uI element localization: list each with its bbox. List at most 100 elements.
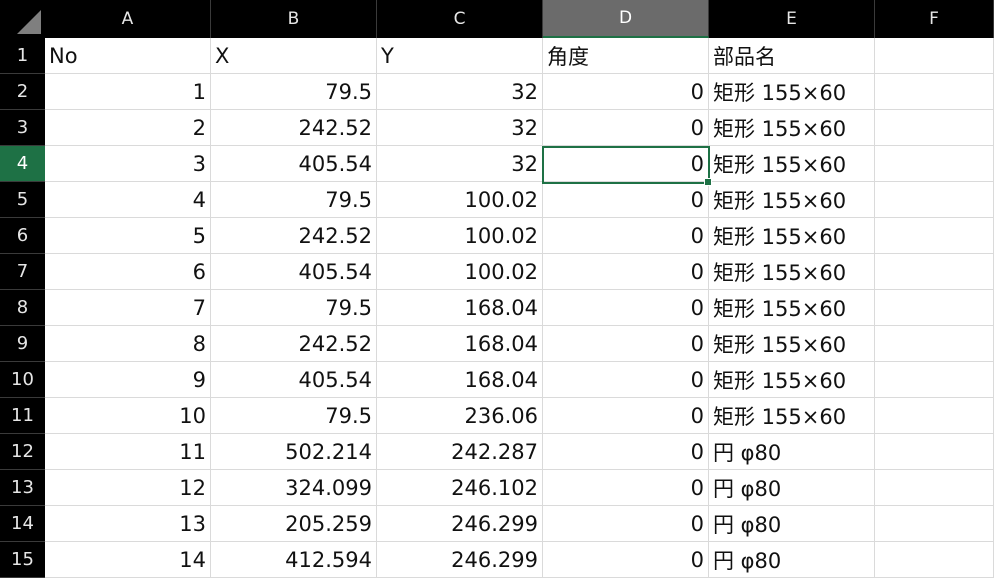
cell-a10[interactable]: 9 bbox=[45, 362, 211, 398]
cell-f15[interactable] bbox=[875, 542, 994, 578]
cell-e9[interactable]: 矩形 155×60 bbox=[709, 326, 875, 362]
cell-e4[interactable]: 矩形 155×60 bbox=[709, 146, 875, 182]
cell-e6[interactable]: 矩形 155×60 bbox=[709, 218, 875, 254]
cell-c6[interactable]: 100.02 bbox=[377, 218, 543, 254]
cell-f10[interactable] bbox=[875, 362, 994, 398]
column-header-d[interactable]: D bbox=[543, 0, 709, 38]
cell-a1[interactable]: No bbox=[45, 38, 211, 74]
cell-b4[interactable]: 405.54 bbox=[211, 146, 377, 182]
cell-a7[interactable]: 6 bbox=[45, 254, 211, 290]
select-all-button[interactable] bbox=[0, 0, 45, 38]
cell-c5[interactable]: 100.02 bbox=[377, 182, 543, 218]
row-header-8[interactable]: 8 bbox=[0, 290, 45, 326]
cell-e14[interactable]: 円 φ80 bbox=[709, 506, 875, 542]
cell-b5[interactable]: 79.5 bbox=[211, 182, 377, 218]
cell-a3[interactable]: 2 bbox=[45, 110, 211, 146]
cell-d5[interactable]: 0 bbox=[543, 182, 709, 218]
cell-a11[interactable]: 10 bbox=[45, 398, 211, 434]
row-header-7[interactable]: 7 bbox=[0, 254, 45, 290]
cell-f11[interactable] bbox=[875, 398, 994, 434]
cell-c11[interactable]: 236.06 bbox=[377, 398, 543, 434]
cell-d8[interactable]: 0 bbox=[543, 290, 709, 326]
cell-e15[interactable]: 円 φ80 bbox=[709, 542, 875, 578]
cell-c12[interactable]: 242.287 bbox=[377, 434, 543, 470]
cell-e5[interactable]: 矩形 155×60 bbox=[709, 182, 875, 218]
cell-f9[interactable] bbox=[875, 326, 994, 362]
cell-d9[interactable]: 0 bbox=[543, 326, 709, 362]
cell-e12[interactable]: 円 φ80 bbox=[709, 434, 875, 470]
cell-a8[interactable]: 7 bbox=[45, 290, 211, 326]
cell-b3[interactable]: 242.52 bbox=[211, 110, 377, 146]
cell-c10[interactable]: 168.04 bbox=[377, 362, 543, 398]
cell-a5[interactable]: 4 bbox=[45, 182, 211, 218]
cell-c7[interactable]: 100.02 bbox=[377, 254, 543, 290]
cell-b6[interactable]: 242.52 bbox=[211, 218, 377, 254]
cell-f4[interactable] bbox=[875, 146, 994, 182]
row-header-5[interactable]: 5 bbox=[0, 182, 45, 218]
column-header-a[interactable]: A bbox=[45, 0, 211, 38]
cell-e11[interactable]: 矩形 155×60 bbox=[709, 398, 875, 434]
row-header-4[interactable]: 4 bbox=[0, 146, 45, 182]
cell-d2[interactable]: 0 bbox=[543, 74, 709, 110]
cell-f2[interactable] bbox=[875, 74, 994, 110]
row-header-2[interactable]: 2 bbox=[0, 74, 45, 110]
cell-f3[interactable] bbox=[875, 110, 994, 146]
cell-f12[interactable] bbox=[875, 434, 994, 470]
cell-c4[interactable]: 32 bbox=[377, 146, 543, 182]
column-header-c[interactable]: C bbox=[377, 0, 543, 38]
cell-f6[interactable] bbox=[875, 218, 994, 254]
cell-d7[interactable]: 0 bbox=[543, 254, 709, 290]
cell-a15[interactable]: 14 bbox=[45, 542, 211, 578]
cell-d11[interactable]: 0 bbox=[543, 398, 709, 434]
row-header-3[interactable]: 3 bbox=[0, 110, 45, 146]
cell-c13[interactable]: 246.102 bbox=[377, 470, 543, 506]
cell-f7[interactable] bbox=[875, 254, 994, 290]
cell-c14[interactable]: 246.299 bbox=[377, 506, 543, 542]
cell-b10[interactable]: 405.54 bbox=[211, 362, 377, 398]
cell-a9[interactable]: 8 bbox=[45, 326, 211, 362]
cell-e7[interactable]: 矩形 155×60 bbox=[709, 254, 875, 290]
cell-a14[interactable]: 13 bbox=[45, 506, 211, 542]
row-header-12[interactable]: 12 bbox=[0, 434, 45, 470]
cell-b12[interactable]: 502.214 bbox=[211, 434, 377, 470]
row-header-1[interactable]: 1 bbox=[0, 38, 45, 74]
cell-b1[interactable]: X bbox=[211, 38, 377, 74]
row-header-13[interactable]: 13 bbox=[0, 470, 45, 506]
cell-a12[interactable]: 11 bbox=[45, 434, 211, 470]
cell-b15[interactable]: 412.594 bbox=[211, 542, 377, 578]
row-header-9[interactable]: 9 bbox=[0, 326, 45, 362]
cell-c8[interactable]: 168.04 bbox=[377, 290, 543, 326]
cell-d14[interactable]: 0 bbox=[543, 506, 709, 542]
cell-a2[interactable]: 1 bbox=[45, 74, 211, 110]
cell-a6[interactable]: 5 bbox=[45, 218, 211, 254]
cell-c15[interactable]: 246.299 bbox=[377, 542, 543, 578]
cell-b7[interactable]: 405.54 bbox=[211, 254, 377, 290]
cell-f5[interactable] bbox=[875, 182, 994, 218]
cell-b8[interactable]: 79.5 bbox=[211, 290, 377, 326]
cell-d10[interactable]: 0 bbox=[543, 362, 709, 398]
cell-c3[interactable]: 32 bbox=[377, 110, 543, 146]
column-header-b[interactable]: B bbox=[211, 0, 377, 38]
cell-a4[interactable]: 3 bbox=[45, 146, 211, 182]
cell-d1[interactable]: 角度 bbox=[543, 38, 709, 74]
cell-b11[interactable]: 79.5 bbox=[211, 398, 377, 434]
cell-f13[interactable] bbox=[875, 470, 994, 506]
cell-d4[interactable]: 0 bbox=[543, 146, 709, 182]
cell-a13[interactable]: 12 bbox=[45, 470, 211, 506]
cell-d13[interactable]: 0 bbox=[543, 470, 709, 506]
cell-e8[interactable]: 矩形 155×60 bbox=[709, 290, 875, 326]
cell-e1[interactable]: 部品名 bbox=[709, 38, 875, 74]
row-header-11[interactable]: 11 bbox=[0, 398, 45, 434]
cell-c2[interactable]: 32 bbox=[377, 74, 543, 110]
cell-e3[interactable]: 矩形 155×60 bbox=[709, 110, 875, 146]
cell-b9[interactable]: 242.52 bbox=[211, 326, 377, 362]
cell-b14[interactable]: 205.259 bbox=[211, 506, 377, 542]
cell-c1[interactable]: Y bbox=[377, 38, 543, 74]
row-header-10[interactable]: 10 bbox=[0, 362, 45, 398]
column-header-e[interactable]: E bbox=[709, 0, 875, 38]
cell-e10[interactable]: 矩形 155×60 bbox=[709, 362, 875, 398]
row-header-15[interactable]: 15 bbox=[0, 542, 45, 578]
cell-f8[interactable] bbox=[875, 290, 994, 326]
cell-d6[interactable]: 0 bbox=[543, 218, 709, 254]
row-header-14[interactable]: 14 bbox=[0, 506, 45, 542]
